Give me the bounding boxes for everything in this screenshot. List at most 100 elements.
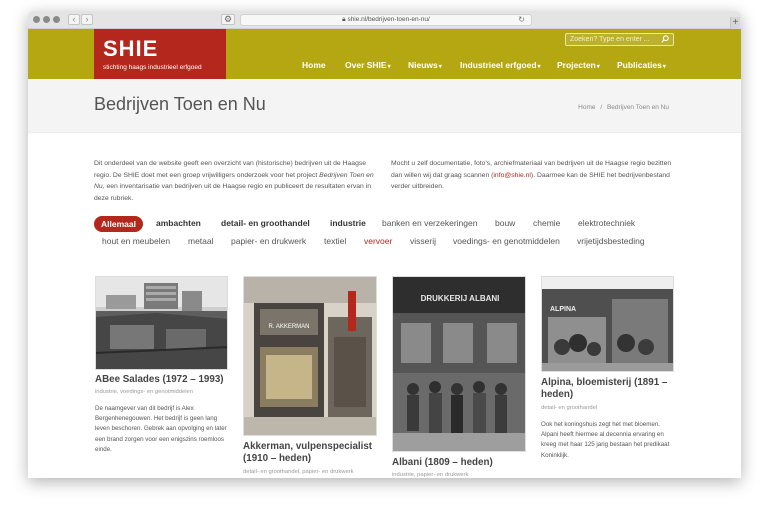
intro-line: deze rubriek. [94, 194, 134, 202]
browser-toolbar: ‹ › ⚙ 🔒︎ shie.nl/bedrijven-toen-en-nu/ ↻… [28, 11, 741, 29]
card-description: De naamgever van dit bedrijf is Alex Ber… [95, 404, 235, 455]
nav-label: Nieuws [408, 60, 438, 70]
desc-line: De naamgever van dit bedrijf is Alex [95, 405, 194, 412]
page-title: Bedrijven Toen en Nu [94, 94, 266, 114]
settings-button[interactable]: ⚙ [221, 14, 235, 25]
card-category[interactable]: detail- en groothandel [541, 405, 597, 411]
nav-nieuws[interactable]: Nieuws▾ [408, 58, 442, 74]
alpina-photo[interactable]: ALPINA [541, 276, 674, 372]
desc-line: een brand zorgen voor een enigszins roem… [95, 435, 224, 443]
akkerman-photo[interactable]: R. AKKERMAN [243, 276, 377, 436]
card-title-line: heden) [541, 389, 574, 400]
abee-salades-photo[interactable] [95, 276, 228, 370]
card-title[interactable]: Alpina, bloemisterij (1891 – heden) [541, 377, 681, 401]
new-tab-button[interactable]: + [730, 17, 740, 29]
address-bar[interactable]: 🔒︎ shie.nl/bedrijven-toen-en-nu/ ↻ [240, 14, 532, 26]
breadcrumb: Home / Bedrijven Toen en Nu [578, 104, 669, 111]
intro-line: dan willen wij dat graag scannen (info@s… [391, 170, 681, 182]
breadcrumb-current: Bedrijven Toen en Nu [606, 104, 669, 111]
filter-visserij[interactable]: visserij [410, 234, 436, 249]
intro-line: verder uitbreiden. [391, 183, 444, 190]
filter-voedings-en-genotmiddelen[interactable]: voedings- en genotmiddelen [453, 234, 560, 249]
nav-label: Industrieel erfgoed [460, 60, 537, 70]
logo-title: SHIE [103, 36, 159, 61]
card-title[interactable]: Albani (1809 – heden) [392, 457, 532, 469]
chevron-down-icon: ▾ [438, 64, 442, 70]
filter-banken-en-verzekeringen[interactable]: banken en verzekeringen [382, 216, 477, 231]
chevron-down-icon: ▾ [596, 64, 600, 70]
filter-vervoer[interactable]: vervoer [364, 234, 392, 249]
site-header: SHIE stichting haags industrieel erfgoed… [28, 29, 741, 79]
gear-icon: ⚙ [223, 14, 233, 24]
intro-line: Mocht u zelf documentatie, foto's, archi… [391, 160, 672, 167]
filter-detail-en-groothandel[interactable]: detail- en groothandel [221, 216, 310, 231]
card-title-line: ABee Salades (1972 – 1993) [95, 374, 224, 385]
nav-projecten[interactable]: Projecten▾ [557, 58, 600, 74]
back-button[interactable]: ‹ [68, 14, 80, 25]
desc-line: Ook het koningshuis zegt het met bloemen… [541, 421, 661, 428]
reload-icon[interactable]: ↻ [518, 15, 525, 25]
filter-row-1: Allemaal ambachten detail- en groothande… [94, 216, 694, 232]
nav-label: Projecten [557, 60, 596, 70]
filter-industrie[interactable]: industrie [330, 216, 366, 231]
project-name: Bedrijven Toen en [319, 171, 374, 179]
email-link[interactable]: info@shie.nl [493, 172, 531, 179]
desc-line: einde. [95, 445, 112, 453]
filter-ambachten[interactable]: ambachten [156, 216, 201, 231]
main-nav: Home Over SHIE▾ Nieuws▾ Industrieel erfg… [28, 58, 741, 74]
maximize-window-button[interactable] [53, 16, 60, 23]
shop-sign-text: R. AKKERMAN [268, 324, 309, 330]
filter-papier-en-drukwerk[interactable]: papier- en drukwerk [231, 234, 306, 249]
page-title-bar: Bedrijven Toen en Nu Home / Bedrijven To… [28, 79, 741, 133]
nav-industrieel-erfgoed[interactable]: Industrieel erfgoed▾ [460, 58, 541, 74]
flower-shop-photo-image: ALPINA [542, 277, 673, 371]
sign-text: DRUKKERIJ ALBANI [421, 294, 500, 303]
filter-chemie[interactable]: chemie [533, 216, 560, 231]
card-category[interactable]: detail- en groothandel, papier- en drukw… [243, 469, 354, 475]
intro-right: Mocht u zelf documentatie, foto's, archi… [391, 158, 681, 193]
shop-sign-text: ALPINA [550, 306, 576, 313]
intro-text: , een inventarisatie van bedrijven uit d… [102, 183, 371, 190]
chevron-right-icon: › [85, 14, 89, 24]
storefront-photo-image: DRUKKERIJ ALBANI [393, 277, 525, 451]
filter-metaal[interactable]: metaal [188, 234, 214, 249]
card-title-line: Alpina, bloemisterij (1891 – [541, 377, 668, 388]
chevron-down-icon: ▾ [387, 64, 391, 70]
intro-text: regio. De SHIE doet met een groep vrijwi… [94, 171, 320, 179]
filter-hout-en-meubelen[interactable]: hout en meubelen [102, 234, 170, 249]
search-box[interactable]: Zoeken? Type en enter ... [565, 33, 674, 46]
url-text: shie.nl/bedrijven-toen-en-nu/ [347, 16, 430, 23]
card-category[interactable]: industrie, papier- en drukwerk [392, 472, 468, 478]
filter-vrijetijdsbesteding[interactable]: vrijetijdsbesteding [577, 234, 645, 249]
nav-over-shie[interactable]: Over SHIE▾ [345, 58, 391, 74]
filter-bouw[interactable]: bouw [495, 216, 515, 231]
nav-home[interactable]: Home [302, 58, 326, 72]
window-controls [33, 16, 60, 23]
intro-text: ). Daarmee kan de SHIE het bedrijvenbest… [530, 171, 670, 179]
minimize-window-button[interactable] [43, 16, 50, 23]
desc-line: kreeg met haar 125 jarig bestaan het pre… [541, 441, 670, 449]
search-icon[interactable] [661, 35, 669, 43]
card-category[interactable]: industrie, voedings- en genotmiddelen [95, 389, 193, 395]
card-description: Ook het koningshuis zegt het met bloemen… [541, 420, 686, 461]
filter-row-2: hout en meubelen metaal papier- en drukw… [94, 234, 694, 250]
lock-icon: 🔒︎ [342, 16, 346, 23]
albani-photo[interactable]: DRUKKERIJ ALBANI [392, 276, 526, 452]
intro-line: Dit onderdeel van de website geeft een o… [94, 160, 367, 167]
card-title[interactable]: ABee Salades (1972 – 1993) [95, 374, 235, 386]
desc-line: Bergenhenegouwen. Het bedrijf is geen la… [95, 415, 218, 423]
card-title-line: Albani (1809 – heden) [392, 457, 493, 468]
intro-left: Dit onderdeel van de website geeft een o… [94, 158, 374, 204]
close-window-button[interactable] [33, 16, 40, 23]
nav-publicaties[interactable]: Publicaties▾ [617, 58, 666, 74]
card-title[interactable]: Akkerman, vulpenspecialist (1910 – heden… [243, 441, 383, 465]
card-title-line: Akkerman, vulpenspecialist [243, 441, 373, 452]
filter-allemaal[interactable]: Allemaal [94, 216, 143, 232]
desc-line: Koninklijk. [541, 451, 569, 459]
filter-textiel[interactable]: textiel [324, 234, 346, 249]
forward-button[interactable]: › [81, 14, 93, 25]
chevron-down-icon: ▾ [662, 64, 666, 70]
filter-elektrotechniek[interactable]: elektrotechniek [578, 216, 635, 231]
desc-line: leven beschoren. Gebrek aan opvolging en… [95, 425, 227, 433]
breadcrumb-home[interactable]: Home [578, 104, 595, 111]
